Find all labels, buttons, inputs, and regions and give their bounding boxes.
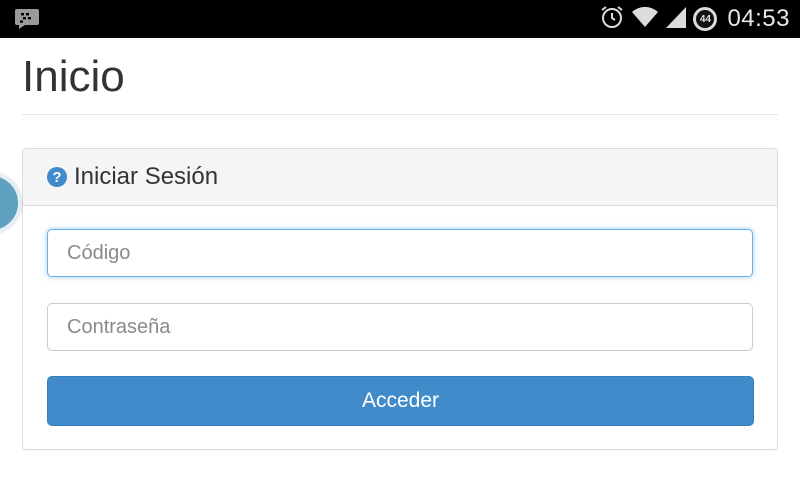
signal-icon (665, 5, 687, 34)
password-input[interactable] (47, 303, 753, 351)
wifi-icon (631, 5, 659, 34)
battery-level: 44 (696, 10, 715, 28)
panel-title: Iniciar Sesión (74, 163, 219, 190)
alarm-icon (599, 4, 625, 35)
question-circle-icon: ? (47, 167, 67, 187)
header-divider (22, 114, 778, 115)
floating-chat-bubble[interactable] (0, 172, 22, 234)
login-panel: ? Iniciar Sesión Acceder (22, 148, 778, 450)
panel-heading: ? Iniciar Sesión (23, 149, 777, 206)
status-bar: 44 04:53 (0, 0, 800, 38)
login-button[interactable]: Acceder (47, 376, 754, 426)
clock: 04:53 (727, 5, 790, 32)
bbm-notification-icon[interactable] (14, 8, 40, 35)
battery-icon: 44 (693, 7, 718, 31)
page-title: Inicio (22, 52, 125, 101)
code-input[interactable] (47, 229, 753, 277)
